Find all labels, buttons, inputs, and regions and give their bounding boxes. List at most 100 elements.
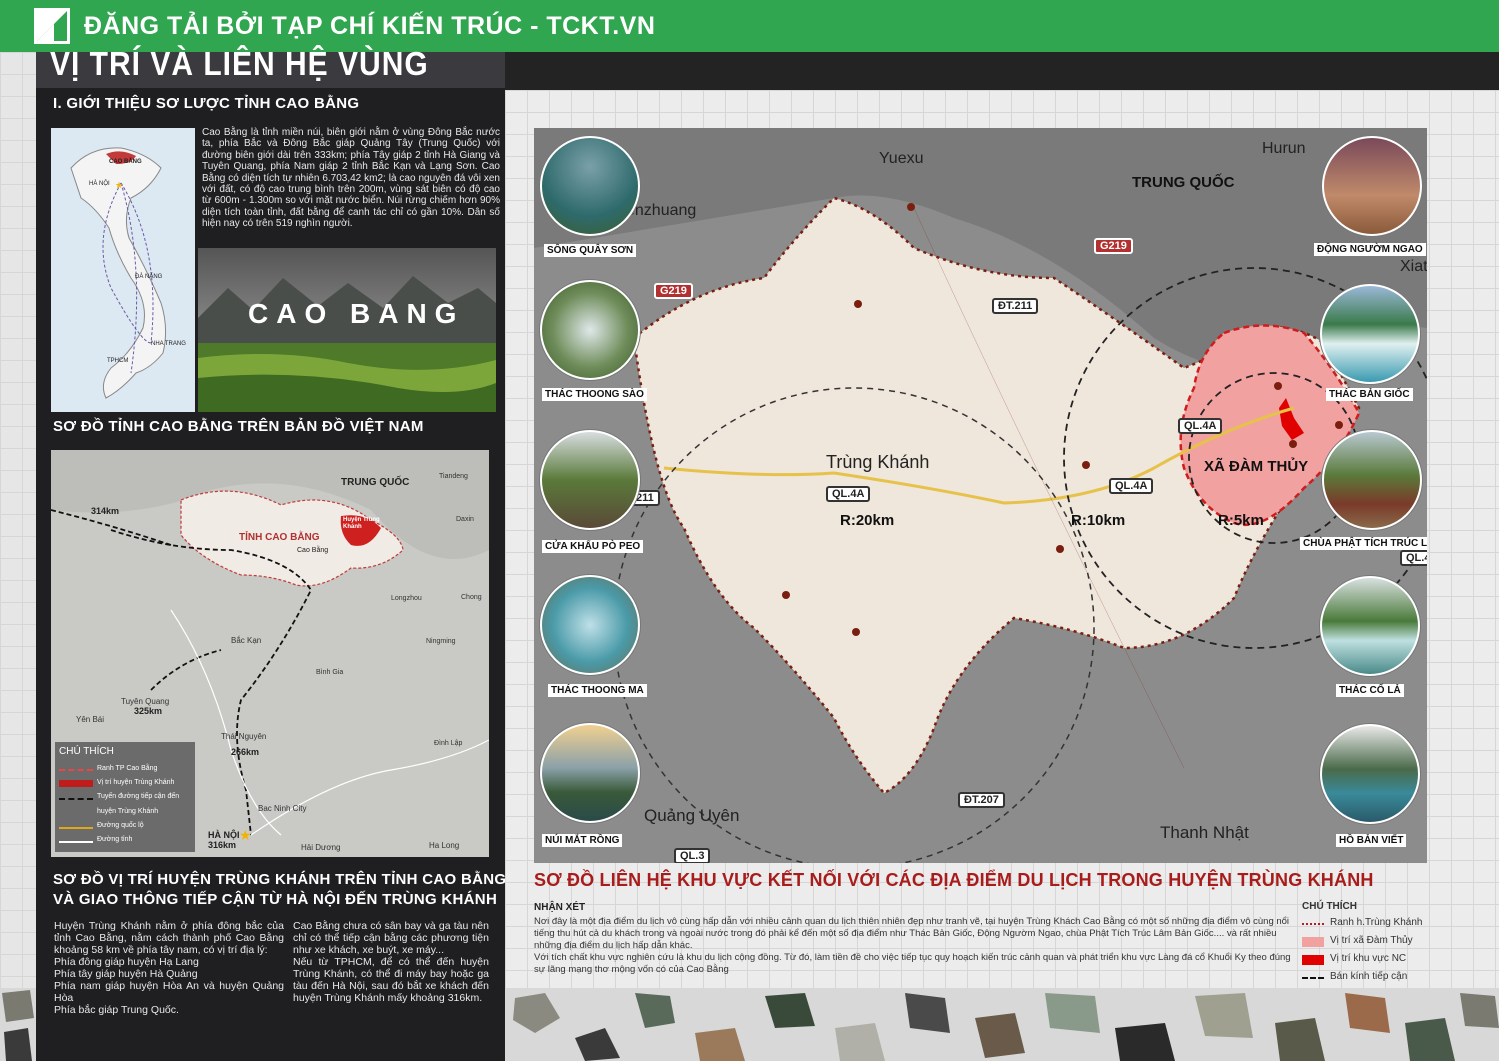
main-map-legend: CHÚ THÍCH Ranh h.Trùng Khánh Vị trí xã Đ… bbox=[1302, 901, 1492, 991]
attraction-photo-thac-co-la bbox=[1320, 576, 1420, 676]
attraction-label: THÁC THOONG SÀO bbox=[542, 388, 647, 401]
road-sign-ql4a: QL.4A bbox=[1178, 418, 1223, 434]
cao-bang-landscape bbox=[198, 248, 496, 412]
grid-background-left bbox=[0, 52, 36, 1061]
pm-ningming: Ningming bbox=[426, 638, 456, 645]
legend-item: huyện Trùng Khánh bbox=[97, 808, 159, 815]
star-icon: ★ bbox=[239, 827, 252, 843]
legend-row: Vị trí khu vực NC bbox=[1302, 951, 1492, 969]
map-pin bbox=[1335, 421, 1343, 429]
label-hurun: Hurun bbox=[1262, 140, 1306, 157]
road-sign-dt211: ĐT.211 bbox=[992, 298, 1039, 314]
legend-swatch bbox=[1302, 923, 1324, 925]
section2-heading: SƠ ĐỒ TỈNH CAO BẰNG TRÊN BẢN ĐỒ VIỆT NAM bbox=[53, 418, 424, 435]
pm-tinh: TỈNH CAO BẰNG bbox=[239, 532, 320, 543]
section3-heading-1: SƠ ĐỒ VỊ TRÍ HUYỆN TRÙNG KHÁNH TRÊN TỈNH… bbox=[53, 871, 507, 888]
pm-266: 266km bbox=[231, 747, 260, 757]
label-trungkhanh: Trùng Khánh bbox=[826, 452, 930, 472]
road-sign-ql4a: QL.4A bbox=[826, 486, 871, 502]
label-yuexu: Yuexu bbox=[879, 150, 924, 167]
legend-item: Ranh TP Cao Bằng bbox=[97, 765, 158, 772]
legend-row: Vị trí xã Đàm Thủy bbox=[1302, 933, 1492, 951]
legend-item: Tuyến đường tiếp cận đến bbox=[97, 793, 180, 800]
header-bar: ĐĂNG TẢI BỞI TẠP CHÍ KIẾN TRÚC - TCKT.VN bbox=[0, 0, 1499, 52]
vietnam-map-svg bbox=[51, 128, 195, 412]
road-sign-g219: G219 bbox=[654, 283, 693, 299]
attraction-photo-ho-ban-viet bbox=[1320, 724, 1420, 824]
map-pin bbox=[1274, 382, 1282, 390]
pm-haiduong: Hải Dương bbox=[301, 843, 341, 852]
legend-item: Bán kính tiếp cận bbox=[1330, 971, 1408, 982]
pm-halong: Ha Long bbox=[429, 841, 460, 850]
star-icon: ★ bbox=[115, 180, 124, 190]
legend-swatch bbox=[59, 798, 93, 800]
pm-tiandeng: Tiandeng bbox=[439, 473, 468, 480]
vn-label-tphcm: TPHCM bbox=[107, 358, 129, 364]
attraction-photo-dong-nguom-ngao bbox=[1322, 136, 1422, 236]
label-xadamthuy: XÃ ĐÀM THỦY bbox=[1204, 458, 1309, 475]
legend-swatch bbox=[59, 769, 93, 771]
road-sign-g219: G219 bbox=[1094, 238, 1133, 254]
legend-row: Ranh h.Trùng Khánh bbox=[1302, 915, 1492, 933]
attraction-label: NÚI MẮT RỒNG bbox=[542, 834, 623, 847]
pm-thainguyen: Thái Nguyên bbox=[221, 732, 267, 741]
map-pin bbox=[1056, 545, 1064, 553]
attraction-photo-song-quay-son bbox=[540, 136, 640, 236]
label-trungquoc: TRUNG QUỐC bbox=[1132, 174, 1235, 191]
legend-swatch bbox=[59, 827, 93, 829]
road-sign-ql4: QL.4 bbox=[1400, 550, 1427, 566]
legend-title: CHÚ THÍCH bbox=[1302, 901, 1357, 912]
legend-item: Ranh h.Trùng Khánh bbox=[1330, 917, 1423, 928]
attraction-label: SÔNG QUÂY SƠN bbox=[544, 244, 637, 257]
map-pin bbox=[782, 591, 790, 599]
attraction-photo-cua-khau-po-peo bbox=[540, 430, 640, 530]
pm-caobang: Cao Bằng bbox=[297, 547, 329, 554]
section4-title: SƠ ĐỒ LIÊN HỆ KHU VỰC KẾT NỐI VỚI CÁC ĐỊ… bbox=[534, 870, 1374, 890]
main-map: Yuexu Hurun Xiate enzhuang TRUNG QUỐC Tr… bbox=[534, 128, 1427, 863]
pm-314: 314km bbox=[91, 506, 120, 516]
province-map-legend: CHÚ THÍCH Ranh TP Cao Bằng Vị trí huyện … bbox=[55, 742, 195, 852]
pm-bacninh: Bac Ninh City bbox=[258, 804, 307, 813]
vn-label-hanoi: HÀ NỘI bbox=[89, 181, 110, 187]
pm-tuyenquang: Tuyên Quang bbox=[121, 697, 170, 706]
main-title: VỊ TRÍ VÀ LIÊN HỆ VÙNG bbox=[50, 46, 429, 83]
pm-325: 325km bbox=[134, 706, 163, 716]
label-xiate: Xiate bbox=[1400, 258, 1427, 275]
pm-binhgia: Bình Gia bbox=[316, 669, 344, 676]
map-pin bbox=[1289, 440, 1297, 448]
brand-title: ĐĂNG TẢI BỞI TẠP CHÍ KIẾN TRÚC - TCKT.VN bbox=[84, 12, 656, 40]
legend-swatch bbox=[1302, 937, 1324, 947]
pm-hanoi: HÀ NỘI bbox=[208, 830, 240, 840]
radius-20km: R:20km bbox=[840, 512, 895, 529]
section1-intro-text: Cao Bằng là tỉnh miền núi, biên giới nằm… bbox=[202, 127, 500, 230]
legend-title: CHÚ THÍCH bbox=[59, 746, 114, 757]
label-zhuang: enzhuang bbox=[626, 202, 697, 219]
legend-row: Bán kính tiếp cận bbox=[1302, 969, 1492, 987]
terrazzo-strip bbox=[505, 988, 1499, 1061]
legend-swatch bbox=[59, 841, 93, 843]
attraction-label: THÁC CỐ LẢ bbox=[1336, 684, 1404, 697]
road-sign-dt207: ĐT.207 bbox=[958, 792, 1005, 808]
label-quanguyen: Quảng Uyên bbox=[644, 806, 740, 825]
vn-label-caobang: CAO BẰNG bbox=[109, 159, 142, 165]
attraction-label: THÁC BẢN GIỐC bbox=[1326, 388, 1413, 401]
attraction-photo-chua-phat-tich bbox=[1322, 430, 1422, 530]
attraction-photo-thac-ban-gioc bbox=[1320, 284, 1420, 384]
legend-swatch bbox=[1302, 955, 1324, 965]
cao-bang-photo-label: CAO BANG bbox=[248, 298, 465, 329]
pm-daxin: Daxin bbox=[456, 516, 474, 523]
pm-dinhlap: Đình Lập bbox=[434, 740, 463, 747]
legend-item: Đường quốc lộ bbox=[97, 822, 144, 829]
main-title-banner: VỊ TRÍ VÀ LIÊN HỆ VÙNG bbox=[36, 46, 505, 88]
attraction-photo-thac-thoong-ma bbox=[540, 575, 640, 675]
pm-huyen: Huyện Trùng Khánh bbox=[343, 517, 380, 530]
vietnam-map: CAO BẰNG HÀ NỘI ★ ĐÀ NẴNG NHA TRANG TPHC… bbox=[51, 128, 195, 412]
radius-5km: R:5km bbox=[1218, 512, 1264, 529]
terrazzo-pattern bbox=[505, 988, 1499, 1061]
section3-col1: Huyện Trùng Khánh nằm ở phía đông bắc củ… bbox=[54, 920, 284, 1016]
map-pin bbox=[1082, 461, 1090, 469]
attraction-label: HỒ BẢN VIẾT bbox=[1336, 834, 1407, 847]
terrazzo-pattern-left bbox=[0, 988, 36, 1061]
logo-icon bbox=[34, 8, 70, 44]
attraction-label: ĐỘNG NGƯỜM NGAO bbox=[1314, 243, 1426, 256]
